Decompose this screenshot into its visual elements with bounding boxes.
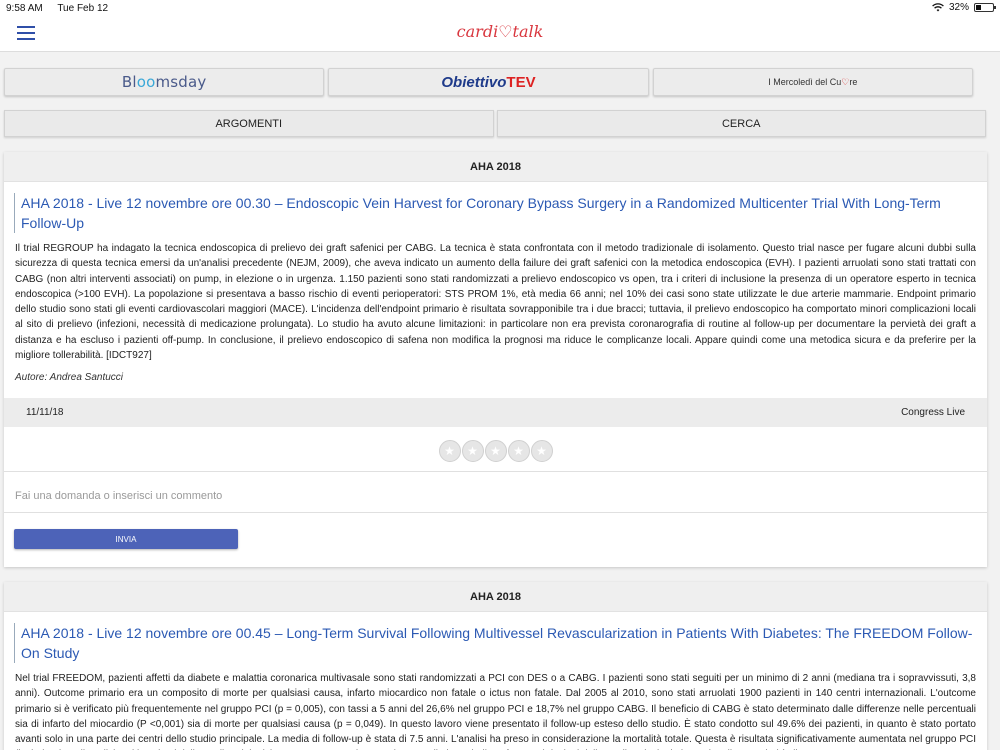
article-section-header: AHA 2018	[4, 152, 987, 182]
logo-text-left: cardi	[456, 22, 499, 41]
bloomsday-button[interactable]: Bloomsday	[4, 68, 325, 96]
logo-text-right: talk	[512, 22, 544, 41]
star-icon[interactable]: ★	[461, 440, 484, 462]
wifi-icon	[932, 3, 944, 12]
article-body: Il trial REGROUP ha indagato la tecnica …	[15, 243, 976, 362]
sponsor-nav: Bloomsday ObiettivoTEV I Mercoledì del C…	[4, 68, 973, 96]
article-author: Autore: Andrea Santucci	[15, 372, 124, 384]
article-card: AHA 2018 AHA 2018 - Live 12 novembre ore…	[4, 152, 987, 567]
obiettivo-tev-button[interactable]: ObiettivoTEV	[328, 68, 649, 96]
article-date: 11/11/18	[26, 407, 64, 418]
heart-icon: ♡	[498, 22, 513, 41]
article-category: Congress Live	[901, 407, 965, 418]
status-time: 9:58 AM	[6, 3, 43, 14]
article-card: AHA 2018 AHA 2018 - Live 12 novembre ore…	[4, 582, 987, 750]
battery-icon	[974, 3, 996, 12]
star-icon[interactable]: ★	[484, 440, 507, 462]
battery-level	[976, 5, 981, 10]
app-header: cardi♡talk	[0, 16, 1000, 52]
comment-input[interactable]	[15, 486, 975, 506]
obiettivo-tev-logo: ObiettivoTEV	[441, 73, 536, 91]
tab-argomenti[interactable]: ARGOMENTI	[4, 110, 494, 137]
divider	[4, 512, 987, 513]
article-body: Nel trial FREEDOM, pazienti affetti da d…	[15, 673, 976, 750]
star-icon[interactable]: ★	[507, 440, 530, 462]
star-icon[interactable]: ★	[438, 440, 461, 462]
tab-cerca[interactable]: CERCA	[496, 110, 986, 137]
status-bar: 9:58 AM Tue Feb 12 32%	[0, 0, 1000, 16]
article-title[interactable]: AHA 2018 - Live 12 novembre ore 00.45 – …	[14, 623, 977, 663]
mercoledi-del-cuore-logo: I Mercoledì del Cu♡re	[768, 76, 858, 87]
article-meta-bar: 11/11/18 Congress Live	[4, 398, 987, 427]
rating-stars: ★ ★ ★ ★ ★	[4, 440, 987, 462]
bloomsday-logo: Bloomsday	[121, 73, 207, 91]
main-tabs: ARGOMENTI CERCA	[4, 110, 986, 137]
cardiotalk-logo: cardi♡talk	[0, 22, 1000, 41]
battery-percent: 32%	[948, 2, 969, 13]
article-title[interactable]: AHA 2018 - Live 12 novembre ore 00.30 – …	[14, 193, 977, 233]
send-button[interactable]: INVIA	[14, 529, 238, 549]
article-section-header: AHA 2018	[4, 582, 987, 612]
star-icon[interactable]: ★	[530, 440, 553, 462]
status-date: Tue Feb 12	[57, 3, 109, 14]
mercoledi-del-cuore-button[interactable]: I Mercoledì del Cu♡re	[652, 68, 973, 96]
divider	[4, 471, 987, 472]
